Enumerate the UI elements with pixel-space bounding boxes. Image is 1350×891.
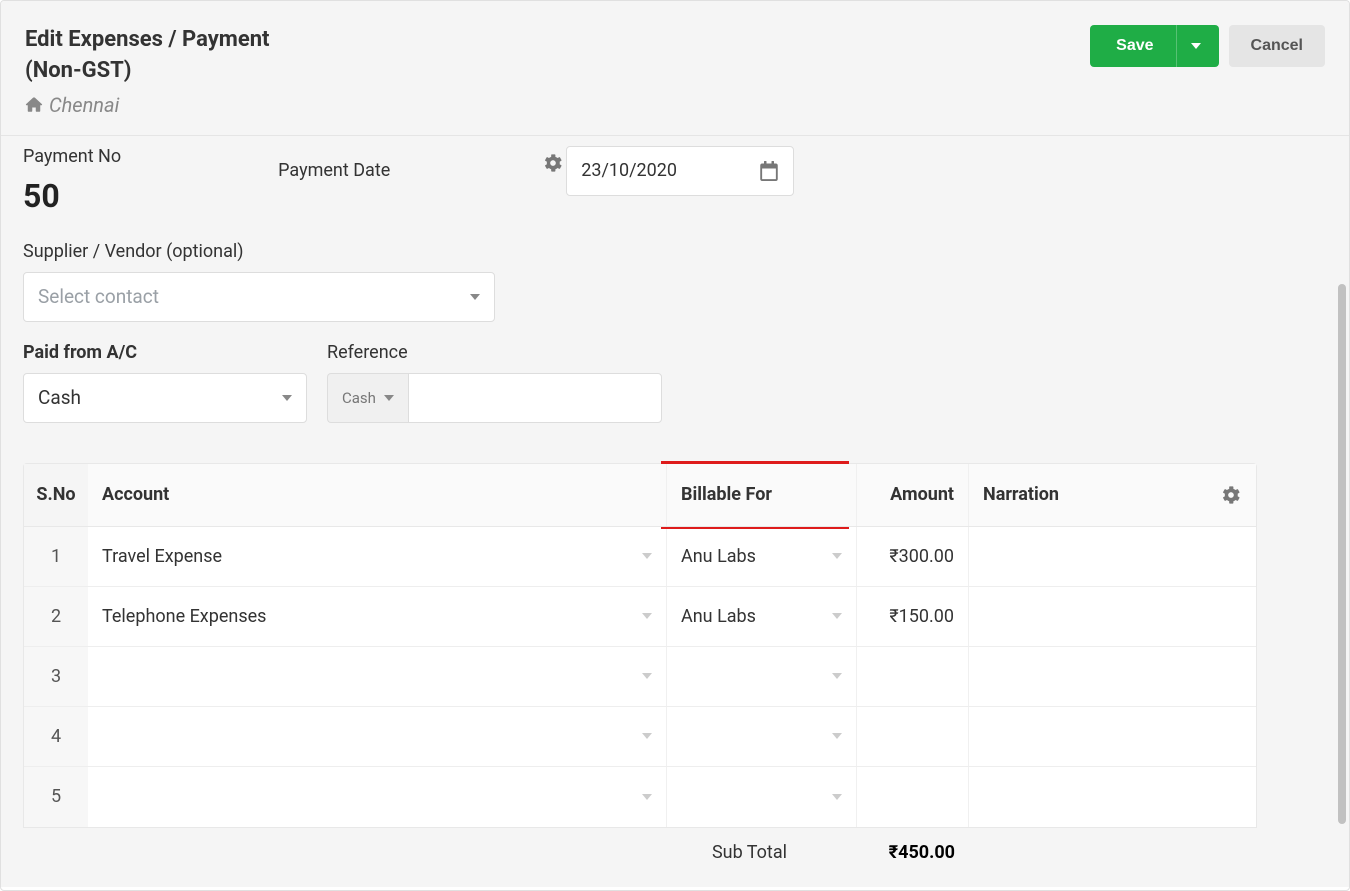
cancel-button[interactable]: Cancel bbox=[1229, 25, 1325, 67]
th-billable: Billable For bbox=[666, 464, 856, 526]
paid-from-value: Cash bbox=[38, 386, 81, 409]
th-amount: Amount bbox=[856, 464, 968, 526]
amount-input[interactable] bbox=[856, 767, 968, 827]
table-row: 2 Telephone Expenses Anu Labs ₹150.00 bbox=[24, 587, 1256, 647]
scrollbar[interactable] bbox=[1338, 284, 1346, 824]
caret-down-icon bbox=[282, 395, 292, 401]
subtotal-row: Sub Total ₹450.00 bbox=[23, 828, 1257, 871]
caret-down-icon bbox=[832, 613, 842, 619]
supplier-placeholder: Select contact bbox=[38, 285, 159, 308]
narration-input[interactable] bbox=[968, 707, 1206, 766]
caret-down-icon bbox=[642, 673, 652, 679]
supplier-select[interactable]: Select contact bbox=[23, 272, 495, 322]
account-select[interactable] bbox=[88, 767, 666, 827]
billable-select[interactable] bbox=[666, 767, 856, 827]
payment-no-value: 50 bbox=[23, 177, 121, 215]
caret-down-icon bbox=[470, 294, 480, 300]
narration-input[interactable] bbox=[968, 587, 1206, 646]
narration-input[interactable] bbox=[968, 527, 1206, 586]
table-settings-button[interactable] bbox=[1206, 464, 1256, 526]
th-sno: S.No bbox=[24, 464, 88, 526]
supplier-field: Supplier / Vendor (optional) Select cont… bbox=[23, 241, 495, 322]
caret-down-icon bbox=[832, 553, 842, 559]
reference-input[interactable] bbox=[408, 373, 662, 423]
row-action bbox=[1206, 587, 1256, 646]
form-body: Payment No 50 Payment Date 23/10/2020 Su… bbox=[1, 136, 1349, 887]
paid-from-field: Paid from A/C Cash bbox=[23, 342, 307, 423]
payment-date-field: Payment Date 23/10/2020 bbox=[278, 146, 794, 196]
reference-type-select[interactable]: Cash bbox=[327, 373, 408, 423]
billable-select[interactable]: Anu Labs bbox=[666, 527, 856, 586]
page-header: Edit Expenses / Payment (Non-GST) Chenna… bbox=[1, 1, 1349, 136]
caret-down-icon bbox=[832, 673, 842, 679]
row-action bbox=[1206, 527, 1256, 586]
table-row: 4 bbox=[24, 707, 1256, 767]
home-icon bbox=[25, 97, 43, 113]
account-select[interactable] bbox=[88, 707, 666, 766]
account-select[interactable]: Telephone Expenses bbox=[88, 587, 666, 646]
date-settings-button[interactable] bbox=[544, 154, 562, 172]
payment-no-label: Payment No bbox=[23, 146, 121, 167]
location-text: Chennai bbox=[49, 93, 119, 117]
billable-select[interactable] bbox=[666, 707, 856, 766]
payment-date-label: Payment Date bbox=[278, 160, 390, 181]
caret-down-icon bbox=[384, 395, 394, 401]
title-line2: (Non-GST) bbox=[25, 58, 132, 83]
table-header: S.No Account Billable For Amount Narrati… bbox=[24, 464, 1256, 527]
subtotal-label: Sub Total bbox=[712, 842, 843, 863]
gear-icon bbox=[544, 154, 562, 172]
amount-input[interactable]: ₹150.00 bbox=[856, 587, 968, 646]
save-divider bbox=[1176, 25, 1177, 67]
amount-input[interactable] bbox=[856, 647, 968, 706]
cell-sno: 5 bbox=[24, 767, 88, 827]
paid-from-select[interactable]: Cash bbox=[23, 373, 307, 423]
caret-down-icon bbox=[642, 794, 652, 800]
cell-sno: 2 bbox=[24, 587, 88, 646]
page-title: Edit Expenses / Payment (Non-GST) bbox=[25, 25, 270, 87]
cell-sno: 3 bbox=[24, 647, 88, 706]
supplier-label: Supplier / Vendor (optional) bbox=[23, 241, 495, 262]
save-label: Save bbox=[1116, 37, 1153, 55]
reference-field: Reference Cash bbox=[327, 342, 662, 423]
table-row: 1 Travel Expense Anu Labs ₹300.00 bbox=[24, 527, 1256, 587]
caret-down-icon bbox=[642, 733, 652, 739]
location-breadcrumb: Chennai bbox=[25, 93, 270, 117]
caret-down-icon bbox=[832, 733, 842, 739]
payment-date-input[interactable]: 23/10/2020 bbox=[566, 146, 794, 196]
th-account: Account bbox=[88, 464, 666, 526]
row-action bbox=[1206, 767, 1256, 827]
title-block: Edit Expenses / Payment (Non-GST) Chenna… bbox=[25, 25, 270, 117]
calendar-icon bbox=[759, 161, 779, 181]
cell-sno: 1 bbox=[24, 527, 88, 586]
expense-table: S.No Account Billable For Amount Narrati… bbox=[23, 463, 1257, 828]
date-value: 23/10/2020 bbox=[581, 160, 677, 181]
caret-down-icon[interactable] bbox=[1191, 43, 1201, 49]
row-action bbox=[1206, 707, 1256, 766]
narration-input[interactable] bbox=[968, 767, 1206, 827]
reference-label: Reference bbox=[327, 342, 662, 363]
amount-input[interactable]: ₹300.00 bbox=[856, 527, 968, 586]
title-line1: Edit Expenses / Payment bbox=[25, 27, 270, 52]
th-narration: Narration bbox=[968, 464, 1206, 526]
narration-input[interactable] bbox=[968, 647, 1206, 706]
table-row: 3 bbox=[24, 647, 1256, 707]
subtotal-value: ₹450.00 bbox=[843, 842, 955, 863]
amount-input[interactable] bbox=[856, 707, 968, 766]
cell-sno: 4 bbox=[24, 707, 88, 766]
paid-from-label: Paid from A/C bbox=[23, 342, 307, 363]
payment-no-field: Payment No 50 bbox=[23, 146, 121, 215]
gear-icon bbox=[1222, 486, 1240, 504]
caret-down-icon bbox=[832, 794, 842, 800]
billable-select[interactable] bbox=[666, 647, 856, 706]
table-row: 5 bbox=[24, 767, 1256, 827]
caret-down-icon bbox=[642, 553, 652, 559]
row-action bbox=[1206, 647, 1256, 706]
account-select[interactable]: Travel Expense bbox=[88, 527, 666, 586]
save-button[interactable]: Save bbox=[1090, 25, 1218, 67]
account-select[interactable] bbox=[88, 647, 666, 706]
caret-down-icon bbox=[642, 613, 652, 619]
billable-select[interactable]: Anu Labs bbox=[666, 587, 856, 646]
reference-type: Cash bbox=[342, 389, 376, 407]
header-actions: Save Cancel bbox=[1090, 25, 1325, 67]
